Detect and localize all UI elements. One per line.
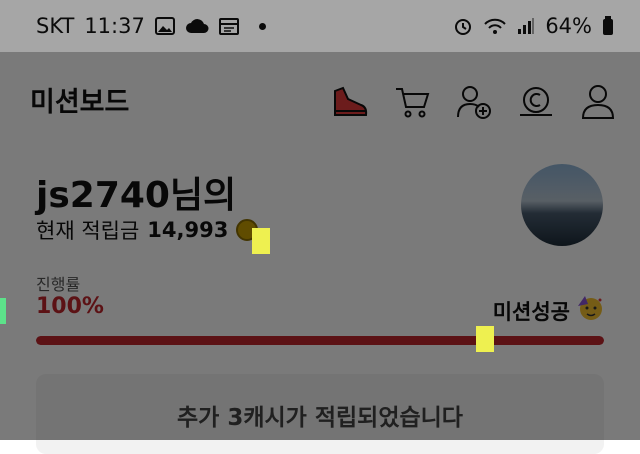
party-face-icon (576, 294, 604, 327)
reward-notice-text: 추가 3캐시가 적립되었습니다 (177, 405, 463, 431)
add-user-icon[interactable] (454, 82, 494, 122)
status-left: SKT 11:37 (36, 14, 266, 38)
cart-icon[interactable] (392, 82, 432, 122)
points-row: 현재 적립금 14,993 (36, 215, 259, 245)
progress-label: 진행률 (36, 275, 81, 294)
mission-status-label: 미션성공 (492, 299, 570, 324)
points-value: 14,993 (147, 218, 229, 242)
status-bar: SKT 11:37 64% (0, 0, 640, 52)
points-label: 현재 적립금 (36, 219, 140, 243)
wifi-icon (483, 17, 507, 35)
time-label: 11:37 (84, 14, 145, 38)
image-icon (154, 17, 175, 35)
cash-icon[interactable] (516, 82, 556, 122)
highlight-marker (476, 326, 494, 352)
mission-status: 미션성공 (493, 294, 604, 327)
shoe-icon[interactable] (330, 82, 370, 122)
header-actions (330, 82, 618, 122)
highlight-marker (252, 228, 270, 254)
progress-track (36, 336, 604, 345)
calendar-icon (218, 17, 239, 35)
app-bar: 미션보드 (0, 52, 640, 150)
side-marker (0, 298, 6, 324)
notification-dot (258, 22, 266, 30)
battery-icon (602, 16, 614, 36)
signal-icon (517, 17, 535, 35)
reward-notice: 추가 3캐시가 적립되었습니다 (36, 374, 604, 454)
status-right: 64% (453, 14, 614, 38)
battery-percent: 64% (545, 14, 592, 38)
progress-value: 100% (36, 294, 104, 319)
avatar[interactable] (521, 164, 603, 246)
user-greeting: js2740님의 (36, 175, 237, 216)
progress-fill (36, 336, 604, 345)
cloud-icon (185, 18, 209, 34)
carrier-label: SKT (36, 14, 75, 38)
page-title: 미션보드 (30, 87, 130, 118)
profile-icon[interactable] (578, 82, 618, 122)
alarm-icon (453, 16, 473, 36)
